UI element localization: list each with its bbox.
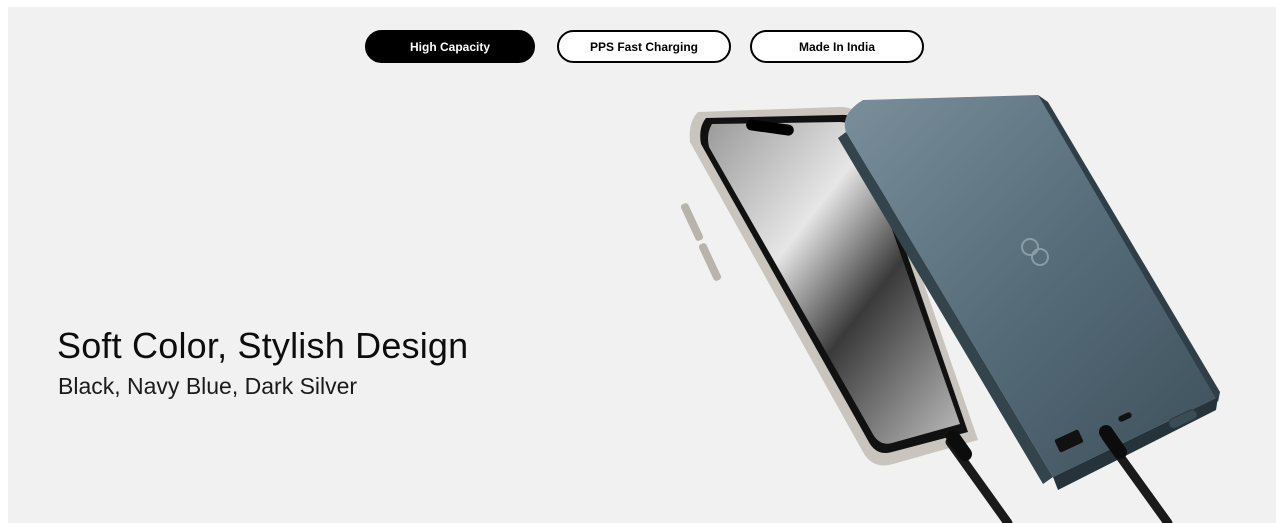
feature-section: High Capacity PPS Fast Charging Made In … [8, 7, 1276, 523]
tab-made-in-india[interactable]: Made In India [750, 30, 924, 63]
section-subtitle: Black, Navy Blue, Dark Silver [58, 373, 358, 399]
section-title: Soft Color, Stylish Design [57, 325, 469, 366]
tab-high-capacity[interactable]: High Capacity [365, 30, 535, 63]
product-image [680, 95, 1220, 523]
tab-pps-fast-charging[interactable]: PPS Fast Charging [557, 30, 731, 63]
